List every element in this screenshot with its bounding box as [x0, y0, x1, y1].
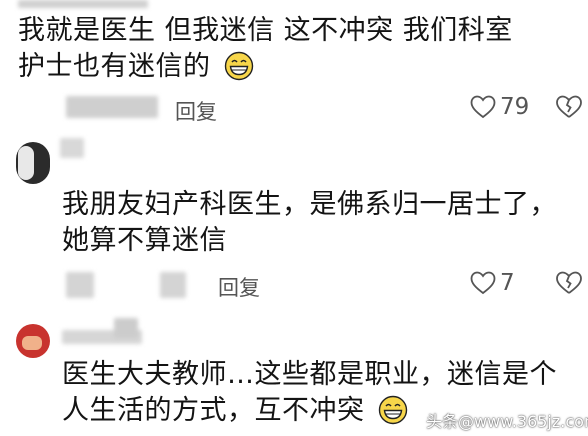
- comment-1-text-line-2: 护士也有迷信的: [18, 50, 254, 84]
- comment-1-text-line-1: 我就是医生 但我迷信 这不冲突 我们科室: [18, 15, 513, 46]
- comment-3-text-line-1: 医生大夫教师…这些都是职业，迷信是个: [62, 359, 557, 390]
- like-count: 7: [500, 270, 515, 296]
- blurred-timestamp: [66, 96, 158, 118]
- reply-button[interactable]: 回复: [175, 96, 217, 126]
- grinning-face-icon: [224, 51, 254, 81]
- blurred-timestamp: [66, 272, 94, 298]
- blurred-username: [60, 138, 84, 158]
- blurred-location: [160, 272, 186, 298]
- broken-heart-icon[interactable]: [555, 95, 583, 119]
- comment-1: 我就是医生 但我迷信 这不冲突 我们科室 护士也有迷信的 回复 79: [0, 0, 588, 130]
- grinning-face-icon: [378, 395, 408, 425]
- avatar[interactable]: [16, 142, 50, 184]
- blurred-username: [18, 0, 148, 8]
- like-count: 79: [500, 94, 530, 120]
- heart-icon: [470, 271, 496, 295]
- like-button[interactable]: 7: [470, 270, 515, 296]
- blurred-badge: [114, 318, 138, 338]
- watermark-site: www.365jz.com: [474, 412, 588, 431]
- comment-2-text-line-2: 她算不算迷信: [62, 225, 227, 256]
- watermark-text: 头条@: [426, 412, 475, 431]
- watermark: 头条@www.365jz.com: [426, 408, 588, 432]
- avatar[interactable]: [16, 324, 50, 358]
- heart-icon: [470, 95, 496, 119]
- like-button[interactable]: 79: [470, 94, 529, 120]
- broken-heart-icon[interactable]: [555, 271, 583, 295]
- comment-2: 我朋友妇产科医生，是佛系归一居士了， 她算不算迷信 回复 7: [0, 130, 588, 306]
- comment-1-text: 护士也有迷信的: [18, 51, 211, 82]
- comment-2-text-line-1: 我朋友妇产科医生，是佛系归一居士了，: [62, 189, 557, 220]
- reply-button[interactable]: 回复: [218, 272, 260, 302]
- comment-3-text-line-2: 人生活的方式，互不冲突: [62, 394, 408, 428]
- comment-3-text: 人生活的方式，互不冲突: [62, 395, 365, 426]
